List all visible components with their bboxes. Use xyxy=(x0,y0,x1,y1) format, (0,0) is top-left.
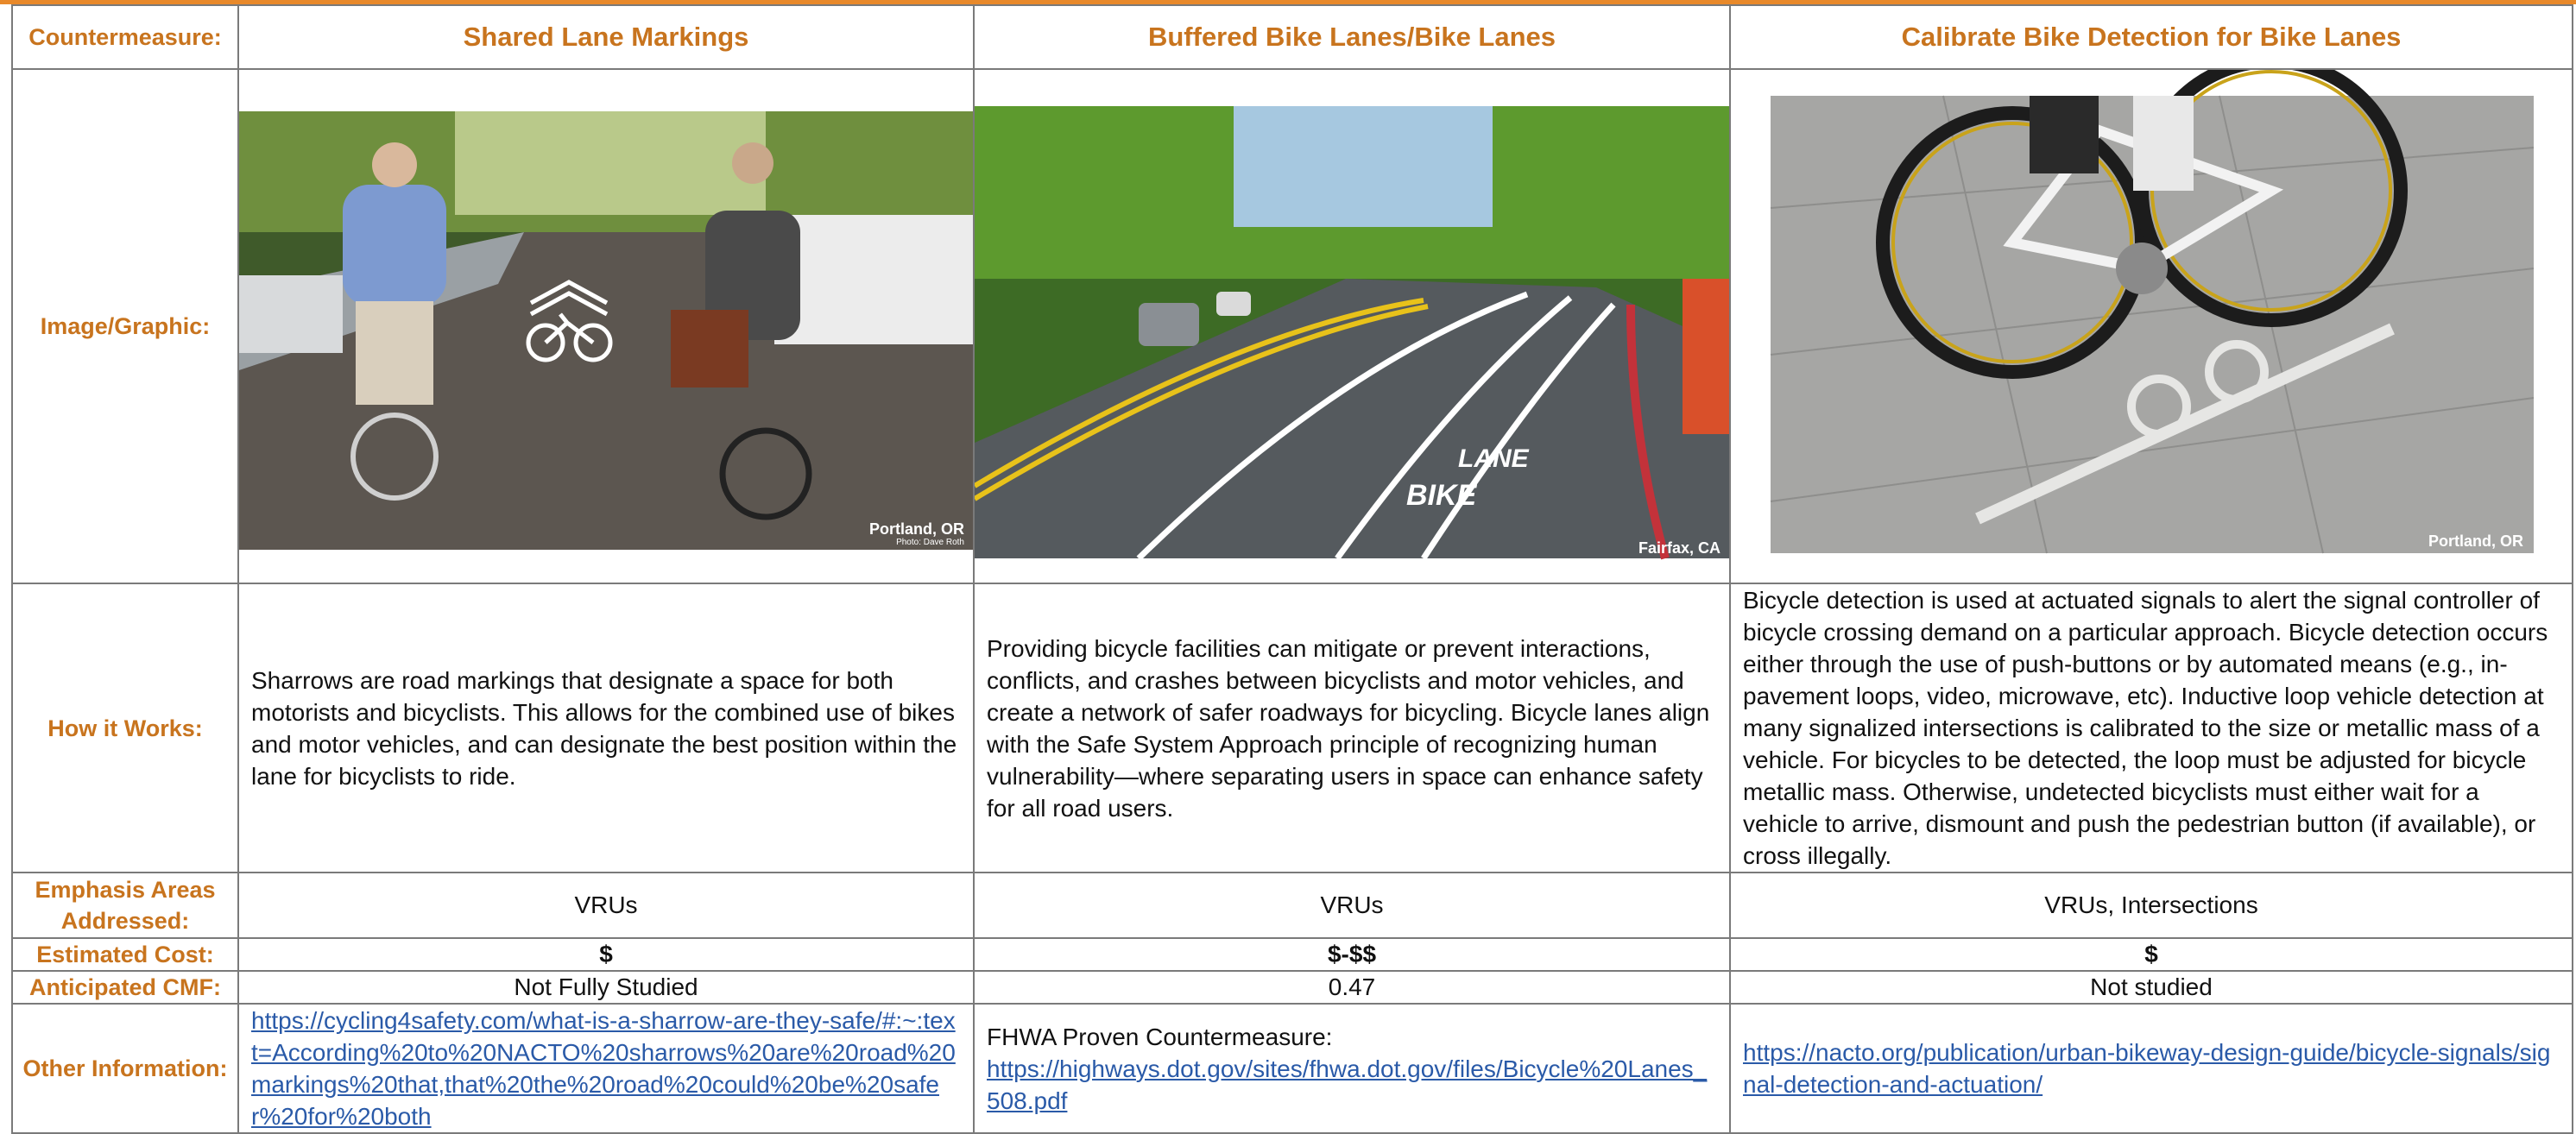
other-info-label: Other Information: xyxy=(11,1003,239,1134)
cmf-row: Anticipated CMF: Not Fully Studied 0.47 … xyxy=(11,970,2573,1005)
photo-bike-detection: Portland, OR xyxy=(1732,71,2571,582)
how-it-works-row: How it Works: Sharrows are road markings… xyxy=(11,583,2573,873)
emphasis-row: Emphasis Areas Addressed: VRUs VRUs VRUs… xyxy=(11,872,2573,939)
cost-row: Estimated Cost: $ $-$$ $ xyxy=(11,937,2573,972)
cmf-shared-lane: Not Fully Studied xyxy=(237,970,975,1005)
column-title-buffered-bike-lanes: Buffered Bike Lanes/Bike Lanes xyxy=(973,4,1731,70)
countermeasure-row: Countermeasure: Shared Lane Markings Buf… xyxy=(11,4,2573,70)
svg-text:BIKE: BIKE xyxy=(1406,479,1478,512)
cost-bike-detection: $ xyxy=(1729,937,2573,972)
photo-cell-buffered-bike-lanes: LANE BIKE Fairfax, CA xyxy=(973,68,1731,584)
other-info-bike-detection: https://nacto.org/publication/urban-bike… xyxy=(1729,1003,2573,1134)
photo-credit-shared-lane: Photo: Dave Roth xyxy=(896,538,964,547)
other-info-shared-lane: https://cycling4safety.com/what-is-a-sha… xyxy=(237,1003,975,1134)
countermeasure-label: Countermeasure: xyxy=(11,4,239,70)
photo-cell-shared-lane: Portland, OR Photo: Dave Roth xyxy=(237,68,975,584)
image-label: Image/Graphic: xyxy=(11,68,239,584)
emphasis-label: Emphasis Areas Addressed: xyxy=(11,872,239,939)
emphasis-shared-lane: VRUs xyxy=(237,872,975,939)
cost-shared-lane: $ xyxy=(237,937,975,972)
photo-caption-shared-lane: Portland, OR xyxy=(869,520,964,538)
cmf-label: Anticipated CMF: xyxy=(11,970,239,1005)
how-it-works-buffered-bike-lanes: Providing bicycle facilities can mitigat… xyxy=(973,583,1731,873)
countermeasure-table: Countermeasure: Shared Lane Markings Buf… xyxy=(11,4,2573,1134)
how-it-works-bike-detection: Bicycle detection is used at actuated si… xyxy=(1729,583,2573,873)
other-info-prefix-buffered-bike-lanes: FHWA Proven Countermeasure: xyxy=(987,1023,1333,1050)
other-info-row: Other Information: https://cycling4safet… xyxy=(11,1003,2573,1134)
emphasis-buffered-bike-lanes: VRUs xyxy=(973,872,1731,939)
photo-cell-bike-detection: Portland, OR xyxy=(1729,68,2573,584)
other-info-link-shared-lane[interactable]: https://cycling4safety.com/what-is-a-sha… xyxy=(251,1007,956,1130)
cost-label: Estimated Cost: xyxy=(11,937,239,972)
image-row: Image/Graphic: Portland, OR Photo: Dave … xyxy=(11,68,2573,584)
photo-caption-buffered-bike-lanes: Fairfax, CA xyxy=(1638,539,1720,557)
emphasis-bike-detection: VRUs, Intersections xyxy=(1729,872,2573,939)
column-title-shared-lane: Shared Lane Markings xyxy=(237,4,975,70)
other-info-link-buffered-bike-lanes[interactable]: https://highways.dot.gov/sites/fhwa.dot.… xyxy=(987,1055,1707,1114)
cmf-bike-detection: Not studied xyxy=(1729,970,2573,1005)
svg-text:LANE: LANE xyxy=(1458,444,1530,473)
photo-buffered-bike-lanes: LANE BIKE Fairfax, CA xyxy=(975,71,1728,582)
how-it-works-shared-lane: Sharrows are road markings that designat… xyxy=(237,583,975,873)
cost-buffered-bike-lanes: $-$$ xyxy=(973,937,1731,972)
cmf-buffered-bike-lanes: 0.47 xyxy=(973,970,1731,1005)
photo-shared-lane: Portland, OR Photo: Dave Roth xyxy=(240,71,972,582)
other-info-buffered-bike-lanes: FHWA Proven Countermeasure: https://high… xyxy=(973,1003,1731,1134)
photo-caption-bike-detection: Portland, OR xyxy=(2428,532,2523,550)
how-it-works-label: How it Works: xyxy=(11,583,239,873)
column-title-bike-detection: Calibrate Bike Detection for Bike Lanes xyxy=(1729,4,2573,70)
other-info-link-bike-detection[interactable]: https://nacto.org/publication/urban-bike… xyxy=(1743,1039,2550,1098)
